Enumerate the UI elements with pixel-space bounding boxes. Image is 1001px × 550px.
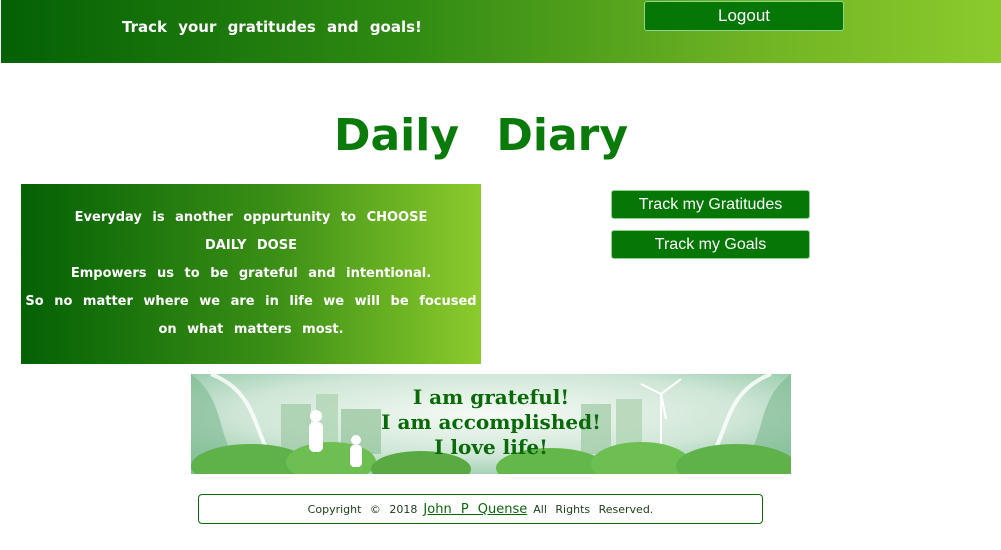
banner-image: I am grateful! I am accomplished! I love…: [191, 374, 791, 474]
banner-line: I am grateful!: [412, 385, 570, 409]
quote-line: So no matter where we are in life we wil…: [25, 294, 477, 309]
tagline: Track your gratitudes and goals!: [122, 18, 422, 36]
rights-text: All Rights Reserved.: [533, 502, 654, 516]
quote-box: Everyday is another oppurtunity to CHOOS…: [21, 184, 481, 364]
banner-line: I am accomplished!: [381, 410, 601, 434]
copyright-text: Copyright © 2018: [307, 502, 418, 516]
quote-line: Everyday is another oppurtunity to CHOOS…: [74, 210, 428, 225]
track-goals-button[interactable]: Track my Goals: [611, 230, 810, 259]
banner-line: I love life!: [434, 435, 548, 459]
page-title: Daily Diary: [333, 110, 629, 161]
footer: Copyright © 2018 John P Quense All Right…: [198, 494, 763, 524]
track-gratitudes-button[interactable]: Track my Gratitudes: [611, 190, 810, 219]
banner-text: I am grateful! I am accomplished! I love…: [191, 385, 791, 460]
logout-button[interactable]: Logout: [644, 1, 844, 31]
author-link[interactable]: John P Quense: [423, 502, 527, 517]
top-navbar: Track your gratitudes and goals!: [1, 0, 1001, 63]
quote-line: on what matters most.: [158, 322, 344, 337]
quote-line: Empowers us to be grateful and intention…: [70, 266, 432, 281]
quote-line: DAILY DOSE: [205, 238, 297, 253]
